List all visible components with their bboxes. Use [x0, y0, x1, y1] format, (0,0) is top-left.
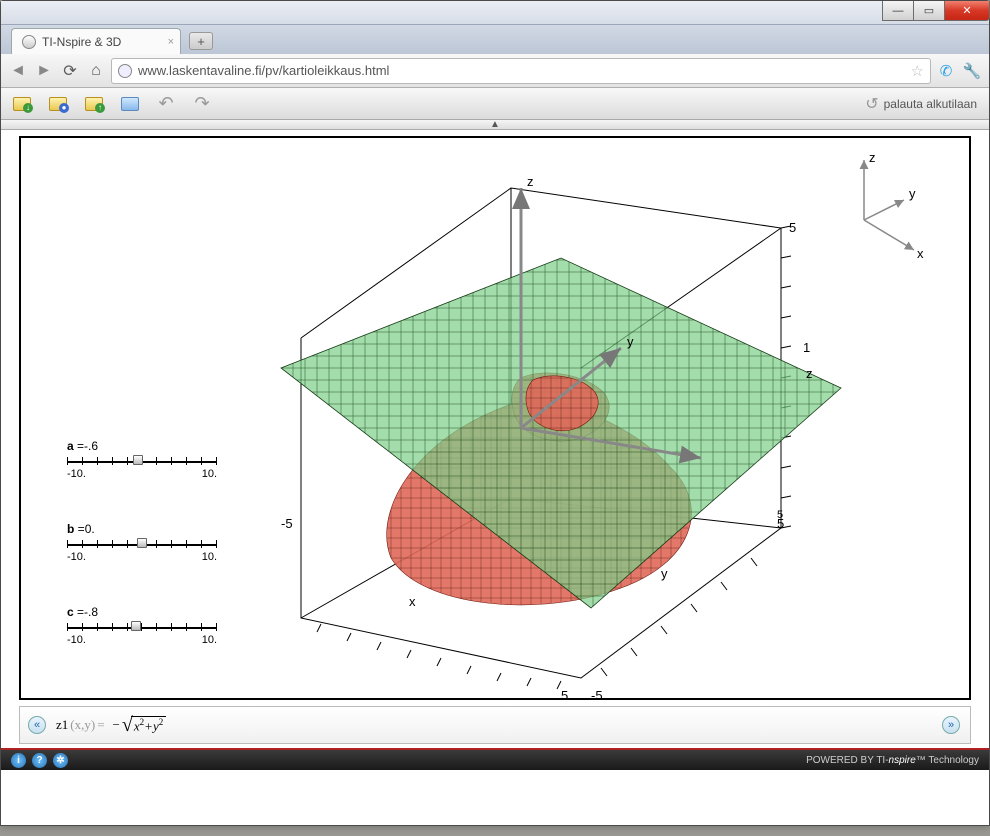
forward-button[interactable]: ► — [33, 60, 55, 82]
x-axis-label: x — [409, 594, 416, 609]
plot-canvas[interactable]: a =-.6 -10.10. b =0. -10.10. — [19, 136, 971, 700]
z-tick-label: 1 — [803, 340, 810, 355]
url-text: www.laskentavaline.fi/pv/kartioleikkaus.… — [138, 63, 389, 78]
browser-window: — ▭ ✕ TI-Nspire & 3D × + ◄ ► ⟳ ⌂ www.las… — [0, 0, 990, 826]
export-button[interactable]: ↑ — [83, 93, 105, 115]
address-bar: ◄ ► ⟳ ⌂ www.laskentavaline.fi/pv/kartiol… — [1, 54, 989, 88]
formula-eq: = — [97, 717, 104, 733]
slider-b[interactable]: b =0. -10.10. — [67, 522, 217, 563]
slider-a-min: -10. — [67, 468, 86, 480]
reset-button[interactable]: ↺ palauta alkutilaan — [865, 94, 977, 114]
xy-min-label-2: -5 — [591, 688, 603, 700]
tab-active[interactable]: TI-Nspire & 3D × — [11, 28, 181, 54]
z-axis-label: z — [527, 174, 534, 189]
globe-icon — [22, 35, 36, 49]
slider-a-value: -.6 — [84, 439, 98, 453]
save-button[interactable]: ● — [47, 93, 69, 115]
web-icon[interactable]: ✲ — [53, 753, 68, 768]
print-button[interactable] — [119, 93, 141, 115]
site-icon — [118, 64, 132, 78]
info-icon[interactable]: i — [11, 753, 26, 768]
import-button[interactable]: ↓ — [11, 93, 33, 115]
slider-b-max: 10. — [202, 551, 217, 563]
slider-c-min: -10. — [67, 634, 86, 646]
slider-a-thumb[interactable] — [133, 455, 143, 465]
slider-c-value: -.8 — [84, 605, 98, 619]
tab-close-icon[interactable]: × — [168, 36, 174, 48]
content-area: a =-.6 -10.10. b =0. -10.10. — [1, 130, 989, 748]
reset-label: palauta alkutilaan — [884, 97, 977, 111]
formula-neg: − — [113, 717, 120, 733]
skype-ext-icon[interactable]: ✆ — [935, 60, 957, 82]
slider-c-max: 10. — [202, 634, 217, 646]
next-function-button[interactable]: » — [942, 716, 960, 734]
brand-credit: POWERED BY TI-nspire™ Technology — [806, 755, 979, 766]
home-button[interactable]: ⌂ — [85, 60, 107, 82]
wrench-icon[interactable]: 🔧 — [961, 60, 983, 82]
back-button[interactable]: ◄ — [7, 60, 29, 82]
formula-bar: « z1 (x,y) = − √ x2+y2 » — [19, 706, 971, 744]
slider-c[interactable]: c =-.8 -10.10. — [67, 605, 217, 646]
slider-c-thumb[interactable] — [131, 621, 141, 631]
tab-title: TI-Nspire & 3D — [42, 35, 121, 49]
y-axis-label-2: y — [661, 566, 668, 581]
undo-button[interactable]: ↶ — [155, 93, 177, 115]
x-min-label: -5 — [281, 516, 293, 531]
y-axis-label: y — [627, 334, 634, 349]
slider-b-name: b — [67, 522, 74, 536]
window-controls: — ▭ ✕ — [882, 1, 989, 21]
redo-button[interactable]: ↷ — [191, 93, 213, 115]
app-footer: i ? ✲ POWERED BY TI-nspire™ Technology — [1, 748, 989, 770]
slider-a-max: 10. — [202, 468, 217, 480]
close-button[interactable]: ✕ — [944, 1, 990, 21]
slider-c-name: c — [67, 605, 74, 619]
formula-name: z1 — [56, 717, 68, 733]
slider-panel: a =-.6 -10.10. b =0. -10.10. — [67, 439, 217, 688]
slider-b-min: -10. — [67, 551, 86, 563]
reload-button[interactable]: ⟳ — [59, 60, 81, 82]
slider-b-value: 0. — [85, 522, 95, 536]
y-max-label-2: 5 — [777, 509, 783, 521]
minimize-button[interactable]: — — [882, 1, 914, 21]
maximize-button[interactable]: ▭ — [913, 1, 945, 21]
app-toolbar: ↓ ● ↑ ↶ ↷ ↺ palauta alkutilaan — [1, 88, 989, 120]
tab-bar: TI-Nspire & 3D × + — [1, 25, 989, 54]
reset-icon: ↺ — [865, 94, 878, 114]
z-max-label: 5 — [789, 220, 796, 235]
formula-display[interactable]: z1 (x,y) = − √ x2+y2 — [56, 714, 166, 737]
z-axis-label-2: z — [806, 366, 813, 381]
expand-handle[interactable]: ▲ — [1, 120, 989, 130]
prev-function-button[interactable]: « — [28, 716, 46, 734]
xy-min-label: 5 — [561, 688, 568, 700]
slider-a-name: a — [67, 439, 74, 453]
slider-a[interactable]: a =-.6 -10.10. — [67, 439, 217, 480]
sqrt-icon: √ x2+y2 — [122, 714, 166, 737]
formula-args: (x,y) — [70, 717, 95, 733]
plot-3d[interactable]: z y x y z 5 1 -5 5 -5 5 5 — [221, 136, 921, 700]
window-titlebar: — ▭ ✕ — [1, 1, 989, 25]
help-icon[interactable]: ? — [32, 753, 47, 768]
slider-b-thumb[interactable] — [137, 538, 147, 548]
url-field[interactable]: www.laskentavaline.fi/pv/kartioleikkaus.… — [111, 58, 931, 84]
new-tab-button[interactable]: + — [189, 32, 213, 50]
bookmark-star-icon[interactable]: ☆ — [911, 62, 924, 80]
plane-surface — [281, 258, 841, 608]
